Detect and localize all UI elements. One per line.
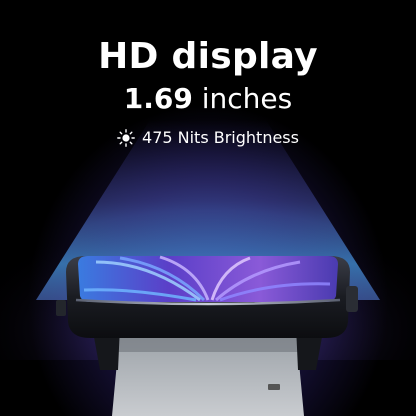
smartwatch-image <box>56 255 358 416</box>
product-banner: HD display 1.69 inches 475 Nits Brightne… <box>0 0 416 416</box>
